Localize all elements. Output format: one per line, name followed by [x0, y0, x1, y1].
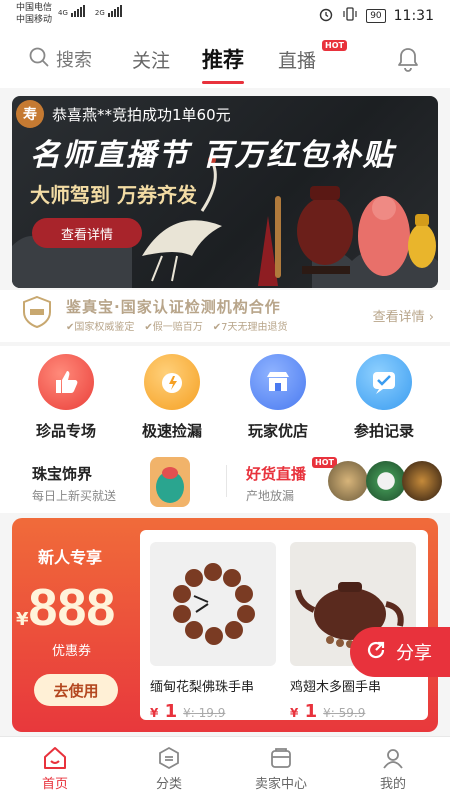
tab-label: 我的	[379, 777, 406, 792]
search-label: 搜索	[56, 50, 92, 71]
promo-title: 好货直播	[246, 465, 307, 483]
share-label: 分享	[396, 643, 432, 664]
tab-seller-center[interactable]: 卖家中心	[236, 743, 326, 792]
certification-title: 鉴真宝·国家认证检测机构合作	[66, 298, 281, 316]
product-price: ¥ 1	[290, 701, 318, 722]
beads-image	[402, 461, 442, 501]
bracelet-image	[150, 542, 276, 666]
tab-label: 首页	[41, 777, 68, 792]
bottom-tab-bar: 首页 分类 卖家中心 我的	[0, 736, 450, 800]
divider	[226, 465, 227, 497]
seller-icon	[236, 743, 326, 773]
notification-text: 恭喜燕**竞拍成功1单60元	[52, 105, 231, 124]
coupon-amount: ¥888	[16, 579, 116, 637]
live-thumb-image	[328, 461, 368, 501]
cert-details-link[interactable]: 查看详情 ›	[373, 306, 434, 325]
entry-label: 参拍记录	[353, 422, 414, 440]
promo-title: 珠宝饰界	[32, 465, 93, 483]
entry-label: 珍品专场	[35, 422, 96, 440]
product-name: 鸡翅木多圈手串	[290, 680, 382, 695]
original-price: ¥: 59.9	[323, 706, 366, 720]
search-icon	[28, 46, 50, 72]
product-name: 缅甸花梨佛珠手串	[150, 680, 255, 695]
newcomer-section: 新人专享 ¥888 优惠券 去使用 缅甸花梨佛珠手串 ¥ 1 ¥: 19.9 鸡…	[12, 518, 438, 732]
entry-flash[interactable]: 极速捡漏	[122, 354, 222, 441]
top-nav: 搜索 关注 推荐 直播 HOT	[0, 32, 450, 88]
carrier-info: 中国电信 中国移动	[16, 2, 52, 26]
bell-icon[interactable]	[396, 46, 420, 76]
newcomer-coupon: 新人专享 ¥888 优惠券 去使用	[12, 518, 140, 732]
user-icon	[348, 743, 438, 773]
alarm-icon	[318, 6, 334, 26]
shield-logo-icon	[22, 295, 52, 329]
coupon-label: 优惠券	[52, 644, 92, 659]
tab-label: 卖家中心	[254, 777, 307, 792]
tab-mine[interactable]: 我的	[348, 743, 438, 792]
bid-notification: 寿 恭喜燕**竞拍成功1单60元	[16, 100, 231, 128]
promo-row: 珠宝饰界 每日上新买就送 好货直播 HOT 产地放漏	[0, 451, 450, 513]
thumbs-up-icon	[38, 354, 94, 410]
newcomer-products: 缅甸花梨佛珠手串 ¥ 1 ¥: 19.9 鸡翅木多圈手串 ¥ 1 ¥: 59.9	[140, 530, 428, 722]
clock: 11:31	[393, 8, 434, 24]
original-price: ¥: 19.9	[183, 706, 226, 720]
home-icon	[10, 743, 100, 773]
store-icon	[250, 354, 306, 410]
signal-2-icon: 2G	[95, 5, 122, 17]
entry-label: 极速捡漏	[141, 422, 202, 440]
tab-category[interactable]: 分类	[124, 743, 214, 792]
avatar: 寿	[16, 100, 44, 128]
category-icon	[124, 743, 214, 773]
network-type-1: 4G	[58, 9, 68, 17]
carrier-1: 中国电信	[16, 3, 53, 13]
cert-tag: ✔7天无理由退货	[212, 322, 288, 333]
vibrate-icon	[342, 6, 358, 26]
quick-entry-grid: 珍品专场 极速捡漏 玩家优店 参拍记录	[0, 346, 450, 451]
share-button[interactable]: 分享	[350, 627, 450, 677]
use-coupon-button[interactable]: 去使用	[34, 674, 118, 706]
cert-tag: ✔国家权威鉴定	[66, 322, 135, 333]
banner-subtitle: 大师驾到 万券齐发	[30, 183, 197, 207]
status-bar: 中国电信 中国移动 4G 2G 90 11:31	[0, 0, 450, 32]
product-price: ¥ 1	[150, 701, 178, 722]
jade-bangle-image	[366, 461, 406, 501]
search-button[interactable]: 搜索	[28, 46, 92, 72]
checkmark-chat-icon	[356, 354, 412, 410]
entry-shop[interactable]: 玩家优店	[228, 354, 328, 441]
tab-home[interactable]: 首页	[10, 743, 100, 792]
view-details-button[interactable]: 查看详情	[32, 218, 142, 248]
tab-label: 分类	[155, 777, 182, 792]
tab-follow[interactable]: 关注	[132, 46, 170, 73]
jade-pendant-image	[146, 455, 194, 513]
promo-subtitle: 产地放漏	[246, 489, 295, 503]
promo-banner[interactable]: 寿 恭喜燕**竞拍成功1单60元 名师直播节 百万红包补贴 大师驾到 万券齐发 …	[12, 96, 438, 288]
tab-recommend[interactable]: 推荐	[202, 44, 244, 84]
banner-title: 名师直播节 百万红包补贴	[30, 138, 395, 173]
network-type-2: 2G	[94, 9, 105, 17]
share-icon	[364, 638, 388, 667]
newcomer-title: 新人专享	[38, 548, 103, 567]
signal-1-icon: 4G	[58, 5, 85, 17]
alarm-clock-icon	[144, 354, 200, 410]
hot-badge: HOT	[322, 40, 347, 51]
carrier-2: 中国移动	[16, 15, 53, 25]
entry-label: 玩家优店	[247, 422, 308, 440]
tab-live[interactable]: 直播	[278, 46, 316, 73]
entry-bid-records[interactable]: 参拍记录	[334, 354, 434, 441]
product-card[interactable]: 缅甸花梨佛珠手串 ¥ 1 ¥: 19.9	[150, 542, 276, 722]
promo-subtitle: 每日上新买就送	[32, 489, 117, 503]
entry-treasure[interactable]: 珍品专场	[16, 354, 116, 441]
certification-strip[interactable]: 鉴真宝·国家认证检测机构合作 ✔国家权威鉴定 ✔假一赔百万 ✔7天无理由退货 查…	[0, 290, 450, 342]
cert-tag: ✔假一赔百万	[144, 322, 203, 333]
battery-icon: 90	[366, 9, 386, 23]
